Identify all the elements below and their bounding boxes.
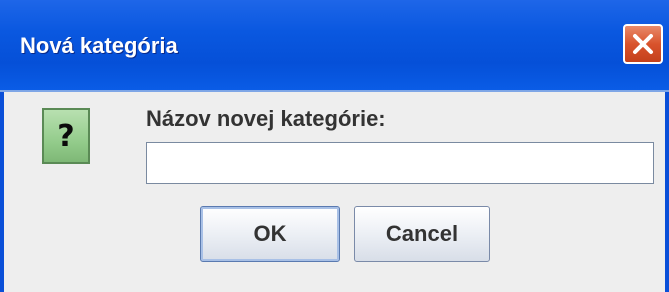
window-title: Nová kategória	[20, 33, 178, 58]
title-wrap: Nová kategória	[20, 0, 178, 92]
ok-button[interactable]: OK	[200, 206, 340, 262]
close-button[interactable]	[623, 24, 663, 64]
dialog-window: Nová kategória ? Názov novej kategórie: …	[0, 0, 669, 292]
prompt-label: Názov novej kategórie:	[146, 106, 386, 131]
title-bar[interactable]: Nová kategória	[0, 0, 669, 92]
close-icon	[633, 34, 653, 54]
question-icon: ?	[42, 108, 90, 164]
question-glyph: ?	[57, 118, 75, 154]
category-name-input[interactable]	[146, 142, 654, 184]
dialog-content: ? Názov novej kategórie: OK Cancel	[4, 92, 665, 292]
cancel-button[interactable]: Cancel	[354, 206, 490, 262]
